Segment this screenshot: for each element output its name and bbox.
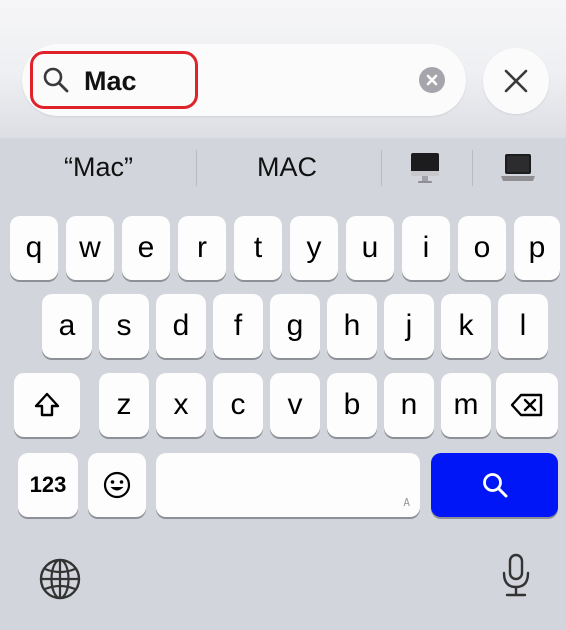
search-icon: [482, 473, 507, 498]
shift-key[interactable]: [14, 373, 80, 437]
suggestion-upper[interactable]: MAC: [257, 150, 317, 184]
globe-icon[interactable]: [38, 557, 82, 606]
key-k[interactable]: k: [441, 294, 491, 358]
delete-key[interactable]: [496, 373, 558, 437]
desktop-computer-emoji-icon[interactable]: [410, 151, 440, 190]
search-submit-key[interactable]: [431, 453, 558, 517]
key-i[interactable]: i: [402, 216, 450, 280]
key-j[interactable]: j: [384, 294, 434, 358]
key-t[interactable]: t: [234, 216, 282, 280]
shift-arrow-icon: [34, 392, 60, 417]
backspace-icon: [510, 393, 543, 417]
suggestion-divider: [472, 150, 473, 186]
close-x-icon: [504, 69, 528, 93]
suggestion-quoted[interactable]: “Mac”: [64, 150, 133, 184]
key-c[interactable]: c: [213, 373, 263, 437]
key-m[interactable]: m: [441, 373, 491, 437]
key-v[interactable]: v: [270, 373, 320, 437]
key-g[interactable]: g: [270, 294, 320, 358]
key-a[interactable]: a: [42, 294, 92, 358]
space-key[interactable]: A: [156, 453, 420, 517]
clear-circle-icon: [426, 74, 438, 86]
key-b[interactable]: b: [327, 373, 377, 437]
laptop-emoji-icon[interactable]: [500, 152, 536, 189]
emoji-face-icon: [103, 471, 131, 499]
key-r[interactable]: r: [178, 216, 226, 280]
key-h[interactable]: h: [327, 294, 377, 358]
suggestion-divider: [381, 150, 382, 186]
key-d[interactable]: d: [156, 294, 206, 358]
suggestion-divider: [196, 150, 197, 186]
numbers-key[interactable]: 123: [18, 453, 78, 517]
key-n[interactable]: n: [384, 373, 434, 437]
key-q[interactable]: q: [10, 216, 58, 280]
key-o[interactable]: o: [458, 216, 506, 280]
clear-search-button[interactable]: [419, 67, 445, 93]
key-z[interactable]: z: [99, 373, 149, 437]
emoji-key[interactable]: [88, 453, 146, 517]
microphone-icon[interactable]: [500, 553, 532, 604]
key-x[interactable]: x: [156, 373, 206, 437]
key-l[interactable]: l: [498, 294, 548, 358]
key-w[interactable]: w: [66, 216, 114, 280]
highlight-annotation: [30, 51, 198, 109]
space-hint: A: [403, 496, 410, 509]
key-y[interactable]: y: [290, 216, 338, 280]
key-e[interactable]: e: [122, 216, 170, 280]
close-button[interactable]: [483, 48, 549, 114]
key-s[interactable]: s: [99, 294, 149, 358]
key-u[interactable]: u: [346, 216, 394, 280]
key-f[interactable]: f: [213, 294, 263, 358]
key-p[interactable]: p: [514, 216, 560, 280]
